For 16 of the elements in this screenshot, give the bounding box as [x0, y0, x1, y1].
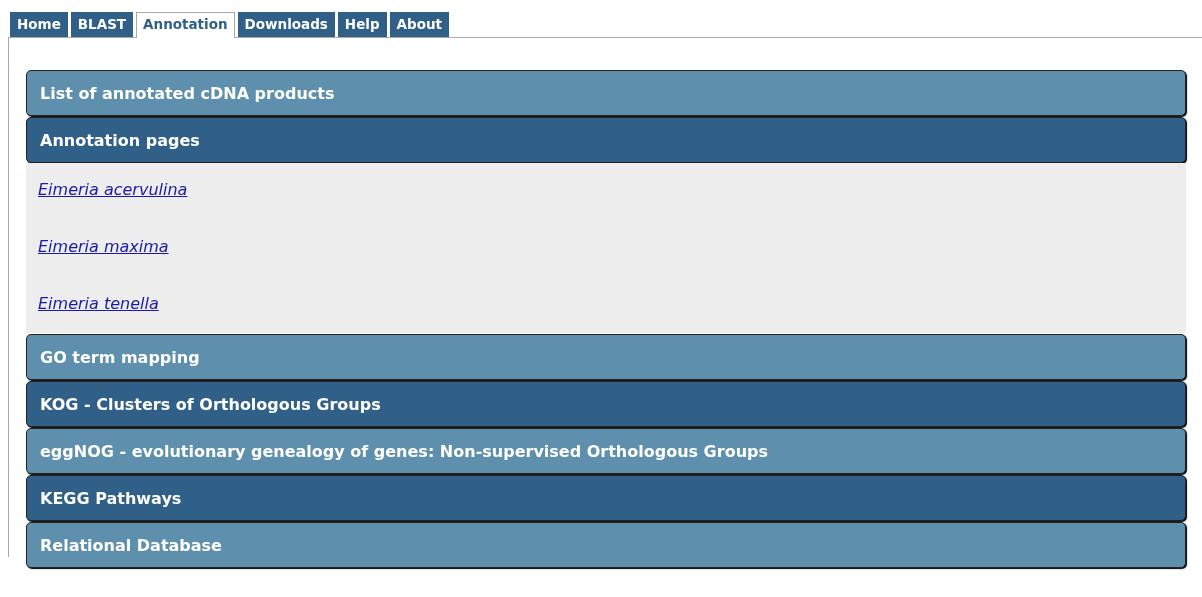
section-header[interactable]: eggNOG - evolutionary genealogy of genes: Non-supervised Orthologous Groups [26, 428, 1186, 474]
nav-tab[interactable]: Downloads [237, 12, 335, 37]
nav-tab[interactable]: About [389, 12, 450, 37]
nav-tab[interactable]: Help [337, 12, 387, 37]
species-link[interactable]: Eimeria maxima [38, 236, 169, 258]
nav-tab[interactable]: Annotation [136, 12, 235, 38]
nav-tab[interactable]: BLAST [70, 12, 134, 37]
section-header[interactable]: KEGG Pathways [26, 475, 1186, 521]
section-header[interactable]: Annotation pages [26, 117, 1186, 163]
species-link[interactable]: Eimeria tenella [38, 293, 159, 315]
section-header[interactable]: KOG - Clusters of Orthologous Groups [26, 381, 1186, 427]
section-header[interactable]: List of annotated cDNA products [26, 70, 1186, 116]
nav-tab[interactable]: Home [10, 12, 68, 37]
section-header[interactable]: GO term mapping [26, 334, 1186, 380]
species-link[interactable]: Eimeria acervulina [38, 179, 188, 201]
section-header[interactable]: Relational Database [26, 522, 1186, 568]
